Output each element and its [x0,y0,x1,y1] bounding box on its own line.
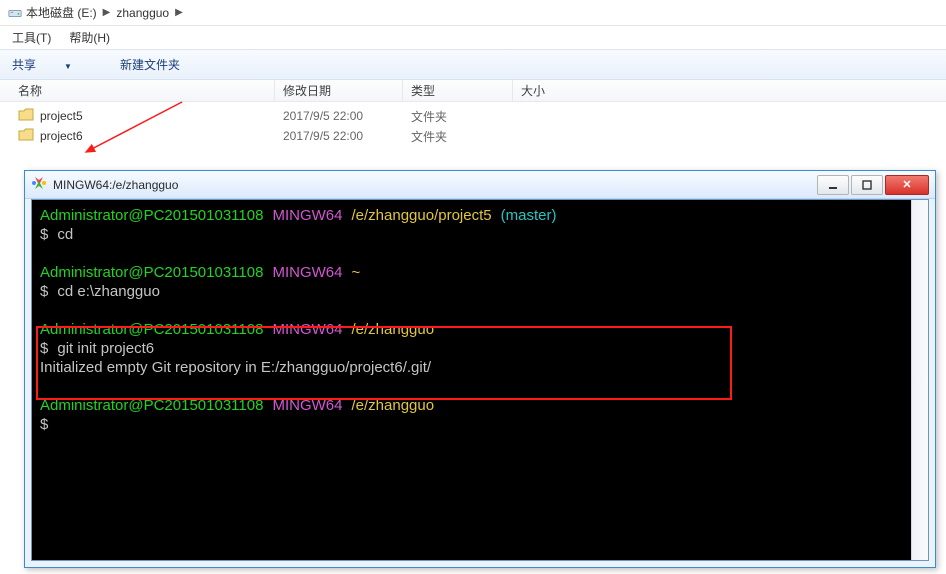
file-type: 文件夹 [403,108,513,125]
file-name: project6 [40,129,83,143]
prompt-user: Administrator@PC201501031108 [40,207,263,224]
menu-tools[interactable]: 工具(T) [12,29,51,46]
close-button[interactable]: ✕ [885,175,929,195]
maximize-button[interactable] [851,175,883,195]
breadcrumb-drive[interactable]: 本地磁盘 (E:) [26,4,97,21]
terminal-titlebar[interactable]: MINGW64:/e/zhangguo ✕ [25,171,935,199]
list-item[interactable]: project6 2017/9/5 22:00 文件夹 [0,126,946,146]
prompt-host: MINGW64 [272,397,342,414]
prompt-user: Administrator@PC201501031108 [40,321,263,338]
prompt-user: Administrator@PC201501031108 [40,397,263,414]
prompt-symbol: $ [40,226,48,243]
file-date: 2017/9/5 22:00 [275,109,403,123]
prompt-path: ~ [352,264,361,281]
command-text: cd [57,226,73,243]
toolbar: 共享▼ 新建文件夹 [0,50,946,80]
column-headers: 名称 修改日期 类型 大小 [0,80,946,102]
terminal-body-frame: Administrator@PC201501031108 MINGW64 /e/… [31,199,929,561]
file-date: 2017/9/5 22:00 [275,129,403,143]
column-date[interactable]: 修改日期 [275,80,403,101]
prompt-path: /e/zhangguo/project5 [352,207,492,224]
maximize-icon [862,180,872,190]
minimize-icon [828,180,838,190]
prompt-host: MINGW64 [272,264,342,281]
command-output: Initialized empty Git repository in E:/z… [40,359,431,376]
toolbar-share[interactable]: 共享▼ [12,56,96,73]
drive-icon [8,5,26,20]
terminal-title-text: MINGW64:/e/zhangguo [53,178,817,192]
menu-help[interactable]: 帮助(H) [69,29,110,46]
scrollbar[interactable] [911,200,928,560]
folder-icon [18,108,40,125]
toolbar-newfolder[interactable]: 新建文件夹 [120,56,180,73]
column-type[interactable]: 类型 [403,80,513,101]
prompt-symbol: $ [40,283,48,300]
breadcrumb[interactable]: 本地磁盘 (E:) ▶ zhangguo ▶ [0,0,946,26]
list-item[interactable]: project5 2017/9/5 22:00 文件夹 [0,106,946,126]
chevron-right-icon: ▶ [175,7,183,18]
column-size[interactable]: 大小 [513,80,569,101]
command-text: cd e:\zhangguo [57,283,160,300]
prompt-path: /e/zhangguo [352,321,435,338]
column-name[interactable]: 名称 [0,80,275,101]
file-type: 文件夹 [403,128,513,145]
prompt-symbol: $ [40,340,48,357]
prompt-host: MINGW64 [272,207,342,224]
close-icon: ✕ [902,178,911,191]
breadcrumb-folder[interactable]: zhangguo [116,6,169,20]
prompt-path: /e/zhangguo [352,397,435,414]
menubar: 工具(T) 帮助(H) [0,26,946,50]
prompt-user: Administrator@PC201501031108 [40,264,263,281]
chevron-right-icon: ▶ [103,7,111,18]
file-list: project5 2017/9/5 22:00 文件夹 project6 201… [0,102,946,146]
terminal-body[interactable]: Administrator@PC201501031108 MINGW64 /e/… [32,200,911,560]
folder-icon [18,128,40,145]
terminal-window: MINGW64:/e/zhangguo ✕ Administrator@PC20… [24,170,936,568]
prompt-branch: (master) [501,207,557,224]
minimize-button[interactable] [817,175,849,195]
prompt-host: MINGW64 [272,321,342,338]
command-text: git init project6 [57,340,154,357]
window-controls: ✕ [817,175,929,195]
terminal-icon [31,175,53,194]
caret-down-icon: ▼ [64,62,72,71]
prompt-symbol: $ [40,416,48,433]
file-name: project5 [40,109,83,123]
